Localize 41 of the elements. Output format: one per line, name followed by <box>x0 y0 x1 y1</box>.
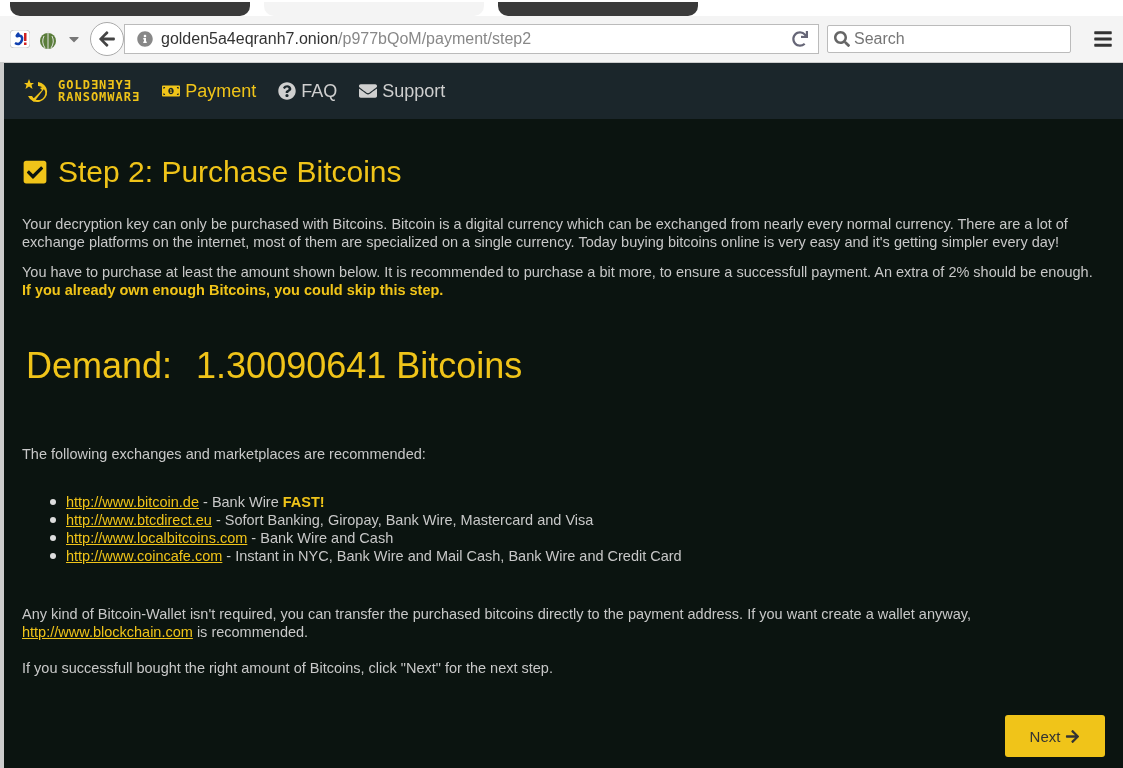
bullet-icon <box>50 517 56 523</box>
bullet-icon <box>50 499 56 505</box>
link[interactable]: http://www.bitcoin.de <box>66 494 199 510</box>
info-icon[interactable] <box>137 31 153 47</box>
list-item: http://www.localbitcoins.com - Bank Wire and Cash <box>66 529 394 547</box>
search-field[interactable]: Search <box>827 25 1071 53</box>
link[interactable]: http://www.btcdirect.eu <box>66 512 212 528</box>
nav-link[interactable]: FAQ <box>278 80 338 102</box>
demand-label: Demand: <box>26 345 173 387</box>
paragraph: Any kind of Bitcoin-Wallet isn't required, you can transfer the purchased bitcoins directly to the payment address. If you want create a wallet anyway, http://www.blockchain.com is recommended. <box>22 605 972 641</box>
list-item: http://www.btcdirect.eu - Sofort Banking, Giropay, Bank Wire, Mastercard and Visa <box>66 511 594 529</box>
onion-icon[interactable] <box>38 28 58 50</box>
bullet-icon <box>50 535 56 541</box>
arrow-icon <box>1065 728 1081 744</box>
nav-link[interactable]: Support <box>359 80 446 102</box>
paragraph: Your decryption key can only be purchased with Bitcoins. Bitcoin is a digital currency which can be exchanged from nearly every normal currency. There are a lot of exchange platforms on the internet, most of them are specialized on a single currency. Today buying bitcoins online is very easy and it's getting simpler every day! <box>22 215 1069 251</box>
address-bar[interactable]: golden5a4eqranh7.onion/p977bQoM/payment/step2 <box>124 24 819 54</box>
demand-amount: 1.30090641 Bitcoins <box>196 345 523 387</box>
url-path: /p977bQoM/payment/step2 <box>338 30 532 47</box>
link[interactable]: http://www.localbitcoins.com <box>66 530 248 546</box>
paragraph: If you successfull bought the right amount of Bitcoins, click "Next" for the next step. <box>22 659 554 677</box>
nav-link[interactable]: Payment <box>162 80 257 102</box>
logo-text: GOLDƎNƎYƎ RANSOMWARƎ <box>58 79 141 103</box>
next-button[interactable]: Next <box>1005 715 1105 757</box>
link[interactable]: http://www.blockchain.com <box>22 624 193 640</box>
envelope-icon <box>359 82 378 100</box>
reload-icon[interactable] <box>792 31 808 47</box>
back-arrow-icon <box>98 30 116 48</box>
url-host: golden5a4eqranh7.onion <box>161 30 339 47</box>
back-button[interactable] <box>90 22 124 56</box>
checkbox-icon <box>22 159 48 185</box>
paragraph: The following exchanges and marketplaces are recommended: <box>22 445 427 463</box>
link[interactable]: http://www.coincafe.com <box>66 548 223 564</box>
paragraph: You have to purchase at least the amount shown below. It is recommended to purchase a bit more, to ensure a successfull payment. An extra of 2% should be enough. If you already own enough Bitcoins, you could skip this step. <box>22 263 1094 299</box>
menu-icon[interactable] <box>1093 29 1113 49</box>
list-item: http://www.coincafe.com - Instant in NYC, Bank Wire and Mail Cash, Bank Wire and Credit Card <box>66 547 682 565</box>
list-item: http://www.bitcoin.de - Bank Wire FAST! <box>66 493 325 511</box>
bullet-icon <box>50 553 56 559</box>
page-heading: Step 2: Purchase Bitcoins <box>58 155 402 189</box>
extension-icon[interactable] <box>10 30 30 48</box>
help-icon <box>278 82 297 100</box>
